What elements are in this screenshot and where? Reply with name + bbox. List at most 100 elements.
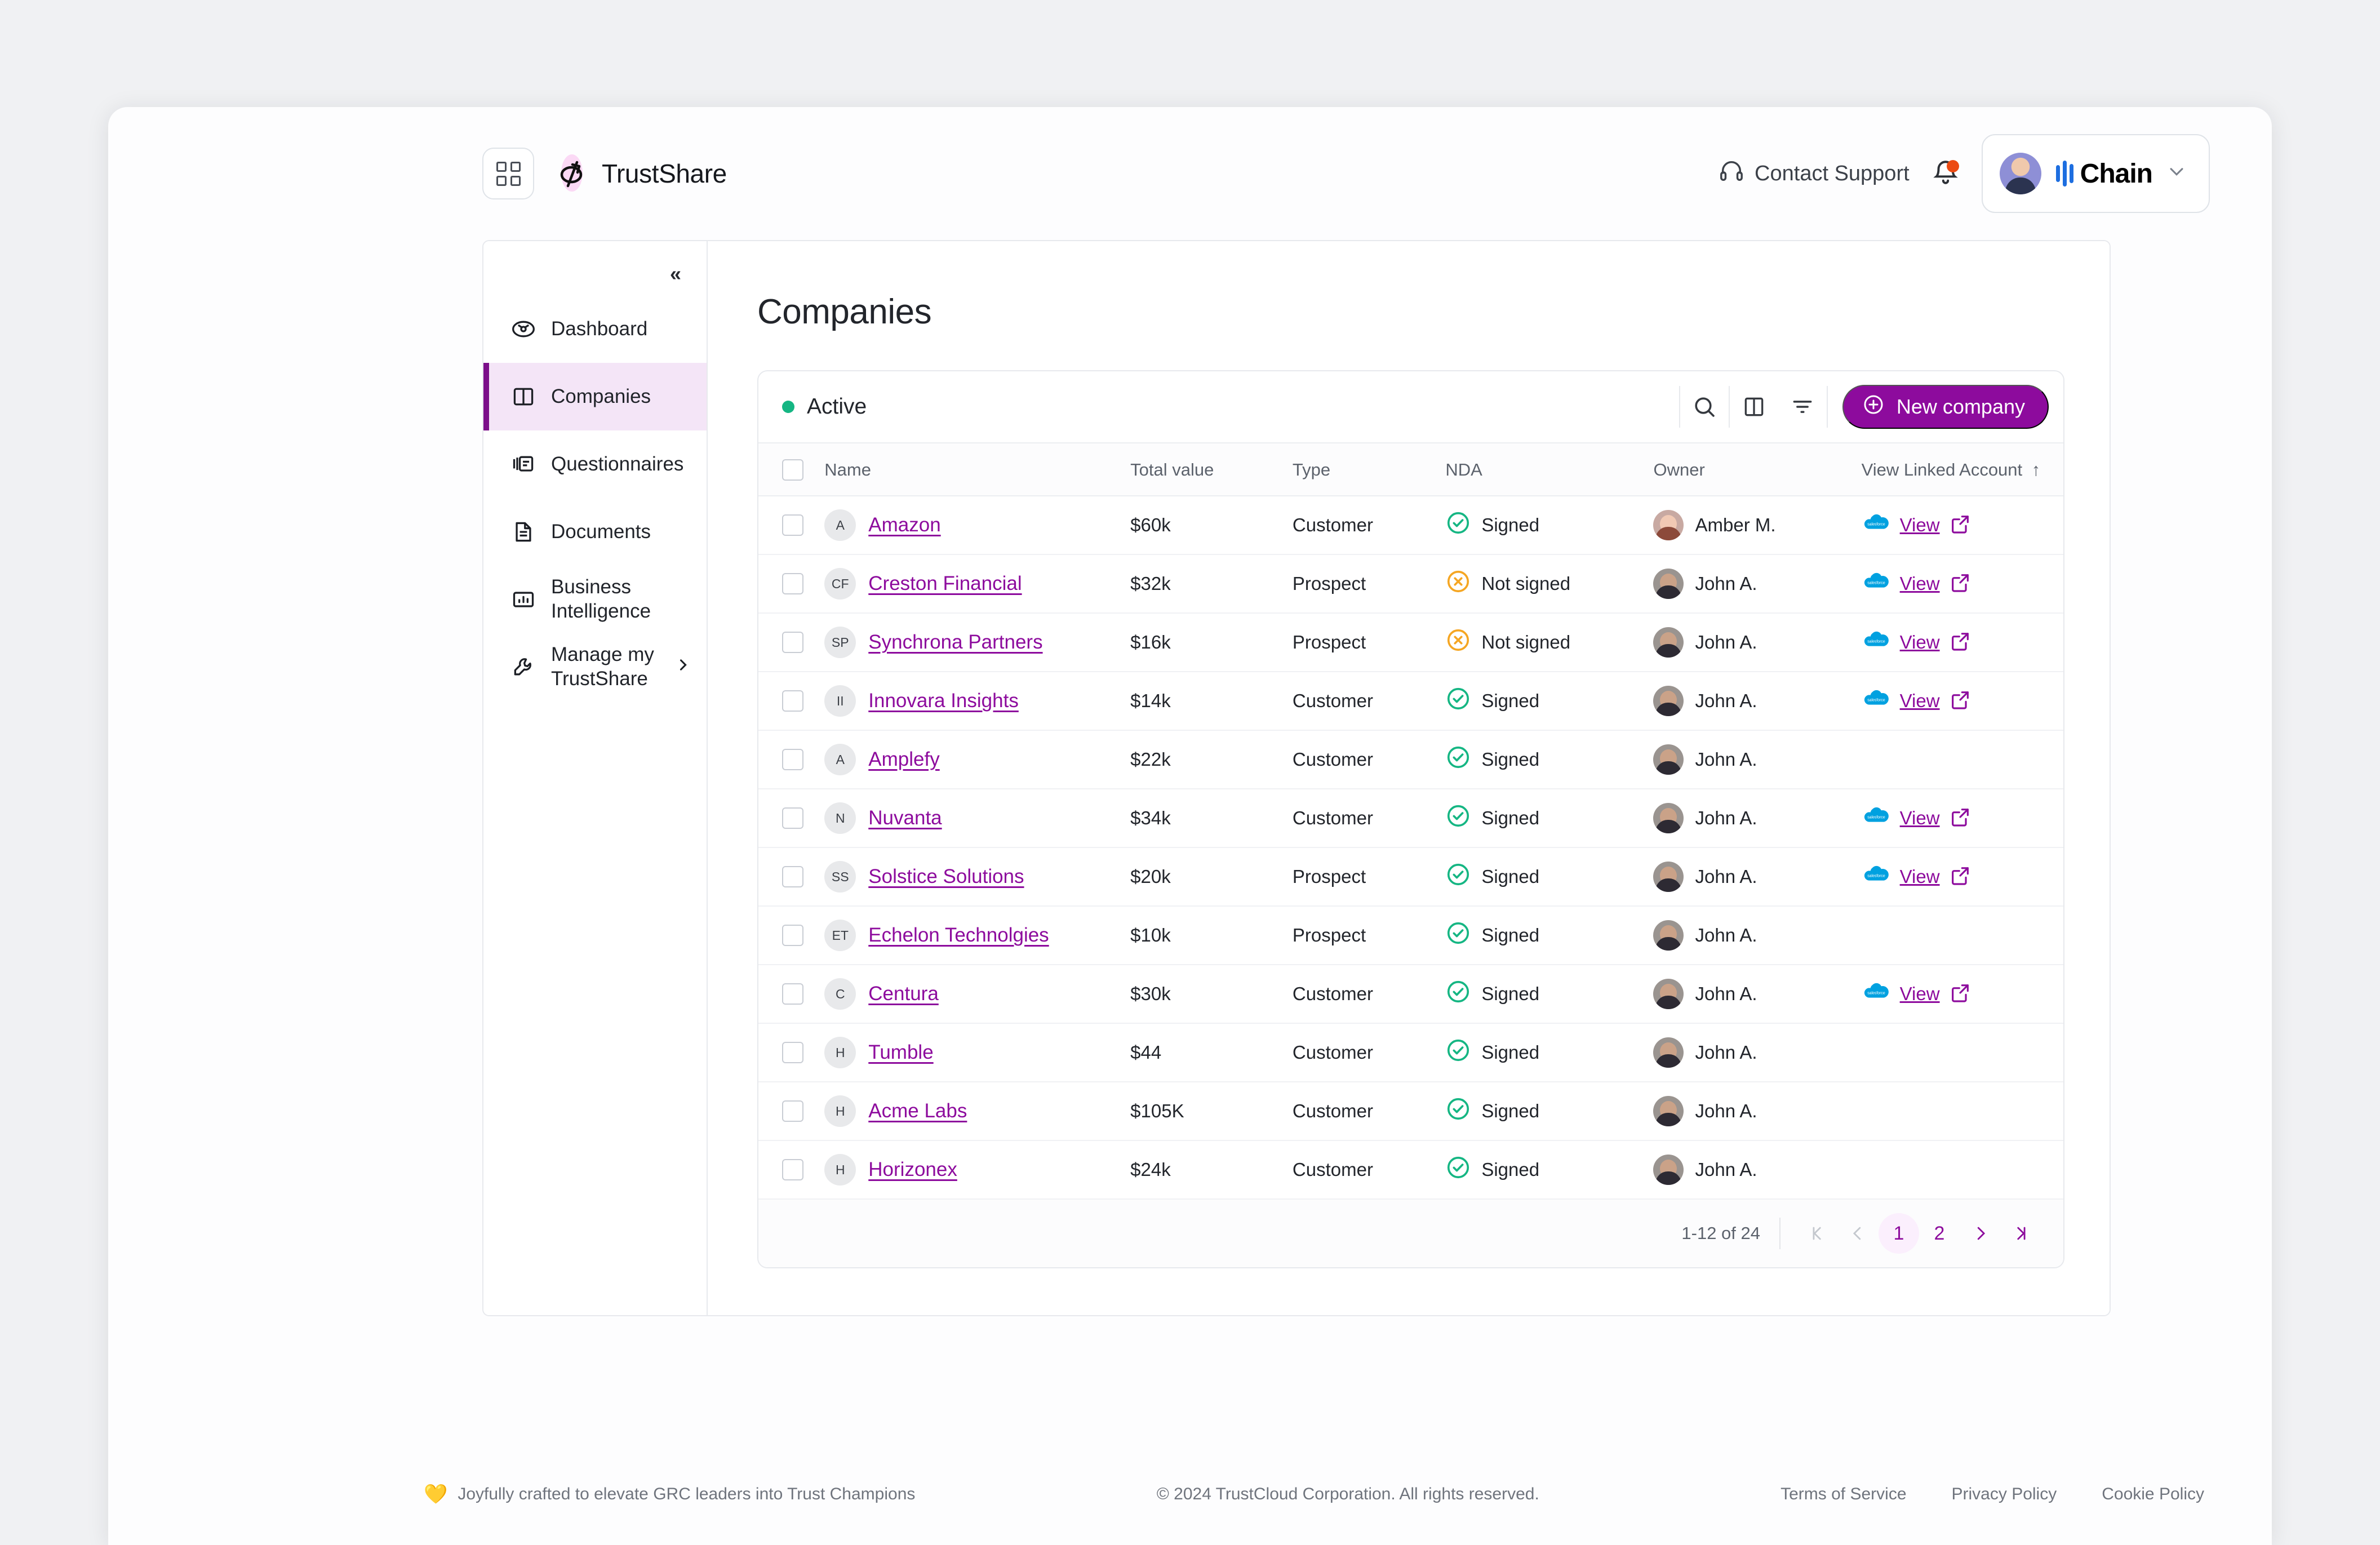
company-name-link[interactable]: Nuvanta	[868, 807, 942, 829]
notifications-button[interactable]	[1929, 157, 1962, 190]
view-linked-account-link[interactable]: View	[1900, 690, 1940, 712]
row-checkbox[interactable]	[782, 925, 803, 946]
external-link-icon[interactable]	[1949, 982, 1972, 1007]
company-name-link[interactable]: Amplefy	[868, 748, 939, 771]
column-header-owner[interactable]: Owner	[1653, 443, 1862, 496]
footer-link-privacy-policy[interactable]: Privacy Policy	[1952, 1485, 2057, 1504]
check-circle-icon	[1445, 1037, 1471, 1068]
row-select-cell	[758, 730, 825, 789]
table-row[interactable]: SP Synchrona Partners $16k Prospect Not sign…	[758, 613, 2063, 672]
table-row[interactable]: ET Echelon Technolgies $10k Prospect Signed J…	[758, 906, 2063, 965]
row-checkbox[interactable]	[782, 573, 803, 594]
company-name-cell: SP Synchrona Partners	[824, 613, 1131, 672]
brand[interactable]: TrustShare	[551, 153, 727, 194]
sidebar-item-dashboard[interactable]: Dashboard	[483, 295, 707, 363]
sidebar-item-label: Questionnaires	[551, 452, 684, 475]
table-row[interactable]: C Centura $30k Customer Signed John A. salesfo…	[758, 965, 2063, 1024]
contact-support-button[interactable]: Contact Support	[1719, 158, 1910, 189]
row-checkbox[interactable]	[782, 749, 803, 770]
chevron-right-icon[interactable]	[1960, 1213, 2000, 1254]
external-link-icon[interactable]	[1949, 571, 1972, 597]
new-company-button[interactable]: New company	[1842, 385, 2049, 429]
type-cell: Prospect	[1292, 906, 1446, 965]
view-linked-account-link[interactable]: View	[1900, 573, 1940, 594]
row-checkbox[interactable]	[782, 983, 803, 1005]
pagination-range: 1-12 of 24	[1681, 1223, 1760, 1243]
type-cell: Customer	[1292, 789, 1446, 848]
row-checkbox[interactable]	[782, 690, 803, 712]
chevron-right-icon[interactable]	[675, 657, 691, 677]
table-row[interactable]: N Nuvanta $34k Customer Signed John A. salesfo…	[758, 789, 2063, 848]
external-link-icon[interactable]	[1949, 513, 1972, 538]
company-name-link[interactable]: Innovara Insights	[868, 690, 1019, 712]
page-1-button[interactable]: 1	[1879, 1213, 1919, 1254]
view-linked-account-link[interactable]: View	[1900, 866, 1940, 887]
company-name-link[interactable]: Synchrona Partners	[868, 631, 1042, 654]
footer-link-cookie-policy[interactable]: Cookie Policy	[2102, 1485, 2204, 1504]
status-filter-active[interactable]: Active	[782, 394, 867, 419]
company-name-link[interactable]: Amazon	[868, 514, 940, 536]
column-header-type[interactable]: Type	[1292, 443, 1446, 496]
company-name-link[interactable]: Centura	[868, 983, 939, 1005]
row-checkbox[interactable]	[782, 1100, 803, 1122]
external-link-icon[interactable]	[1949, 630, 1972, 655]
row-checkbox[interactable]	[782, 807, 803, 829]
external-link-icon[interactable]	[1949, 864, 1972, 890]
chevron-left-icon[interactable]	[1838, 1213, 1879, 1254]
sidebar-item-business-intelligence[interactable]: Business Intelligence	[483, 566, 707, 633]
grid-apps-icon[interactable]	[482, 148, 534, 199]
questionnaires-icon	[510, 451, 536, 477]
type-value: Customer	[1292, 749, 1373, 770]
external-link-icon[interactable]	[1949, 689, 1972, 714]
chevron-last-icon[interactable]	[2000, 1213, 2041, 1254]
table-row[interactable]: H Horizonex $24k Customer Signed John A.	[758, 1140, 2063, 1200]
sidebar-item-manage-my-trustshare[interactable]: Manage my TrustShare	[483, 633, 707, 701]
company-name-link[interactable]: Horizonex	[868, 1158, 957, 1181]
sidebar-item-documents[interactable]: Documents	[483, 498, 707, 566]
footer-link-terms-of-service[interactable]: Terms of Service	[1780, 1485, 1906, 1504]
company-name-link[interactable]: Solstice Solutions	[868, 865, 1024, 888]
row-checkbox[interactable]	[782, 1042, 803, 1063]
view-linked-account-link[interactable]: View	[1900, 807, 1940, 829]
company-name-link[interactable]: Acme Labs	[868, 1100, 967, 1122]
table-row[interactable]: SS Solstice Solutions $20k Prospect Signed Jo…	[758, 847, 2063, 907]
filter-icon[interactable]	[1778, 386, 1827, 428]
table-row[interactable]: A Amplefy $22k Customer Signed John A.	[758, 730, 2063, 789]
page-title: Companies	[757, 292, 932, 331]
chevrons-left-icon[interactable]: «	[670, 262, 681, 286]
table-row[interactable]: H Tumble $44 Customer Signed John A.	[758, 1023, 2063, 1082]
column-header-name[interactable]: Name	[824, 443, 1131, 496]
table-row[interactable]: H Acme Labs $105K Customer Signed John A.	[758, 1082, 2063, 1141]
sidebar-item-companies[interactable]: Companies	[483, 363, 707, 430]
companies-icon	[510, 384, 536, 410]
svg-text:salesforce: salesforce	[1867, 815, 1885, 819]
table-row[interactable]: A Amazon $60k Customer Signed Amber M. salesfo…	[758, 496, 2063, 555]
sidebar-item-questionnaires[interactable]: Questionnaires	[483, 430, 707, 498]
column-header-total-value[interactable]: Total value	[1130, 443, 1293, 496]
column-header-view-linked-account[interactable]: View Linked Account ↑	[1861, 443, 2063, 496]
table-row[interactable]: II Innovara Insights $14k Customer Signed Joh…	[758, 672, 2063, 731]
external-link-icon[interactable]	[1949, 806, 1972, 831]
total-value-cell: $16k	[1130, 613, 1293, 672]
row-checkbox[interactable]	[782, 632, 803, 653]
row-checkbox[interactable]	[782, 1159, 803, 1180]
company-initials-avatar: SP	[824, 627, 856, 658]
view-linked-account-link[interactable]: View	[1900, 632, 1940, 653]
page-2-button[interactable]: 2	[1919, 1213, 1960, 1254]
columns-icon[interactable]	[1730, 386, 1778, 428]
chevron-down-icon[interactable]	[2167, 162, 2186, 186]
search-icon[interactable]	[1680, 386, 1729, 428]
account-switcher[interactable]: Chain	[1981, 134, 2210, 213]
table-row[interactable]: CF Creston Financial $32k Prospect Not signe…	[758, 554, 2063, 614]
view-linked-account-link[interactable]: View	[1900, 514, 1940, 536]
column-header-nda[interactable]: NDA	[1445, 443, 1654, 496]
row-checkbox[interactable]	[782, 866, 803, 887]
company-name-link[interactable]: Tumble	[868, 1041, 933, 1064]
row-checkbox[interactable]	[782, 514, 803, 536]
view-linked-account-link[interactable]: View	[1900, 983, 1940, 1005]
select-all-checkbox[interactable]	[782, 459, 803, 481]
company-name-link[interactable]: Creston Financial	[868, 572, 1022, 595]
chevron-first-icon[interactable]	[1797, 1213, 1838, 1254]
company-name-link[interactable]: Echelon Technolgies	[868, 924, 1049, 947]
total-value-cell: $14k	[1130, 672, 1293, 731]
